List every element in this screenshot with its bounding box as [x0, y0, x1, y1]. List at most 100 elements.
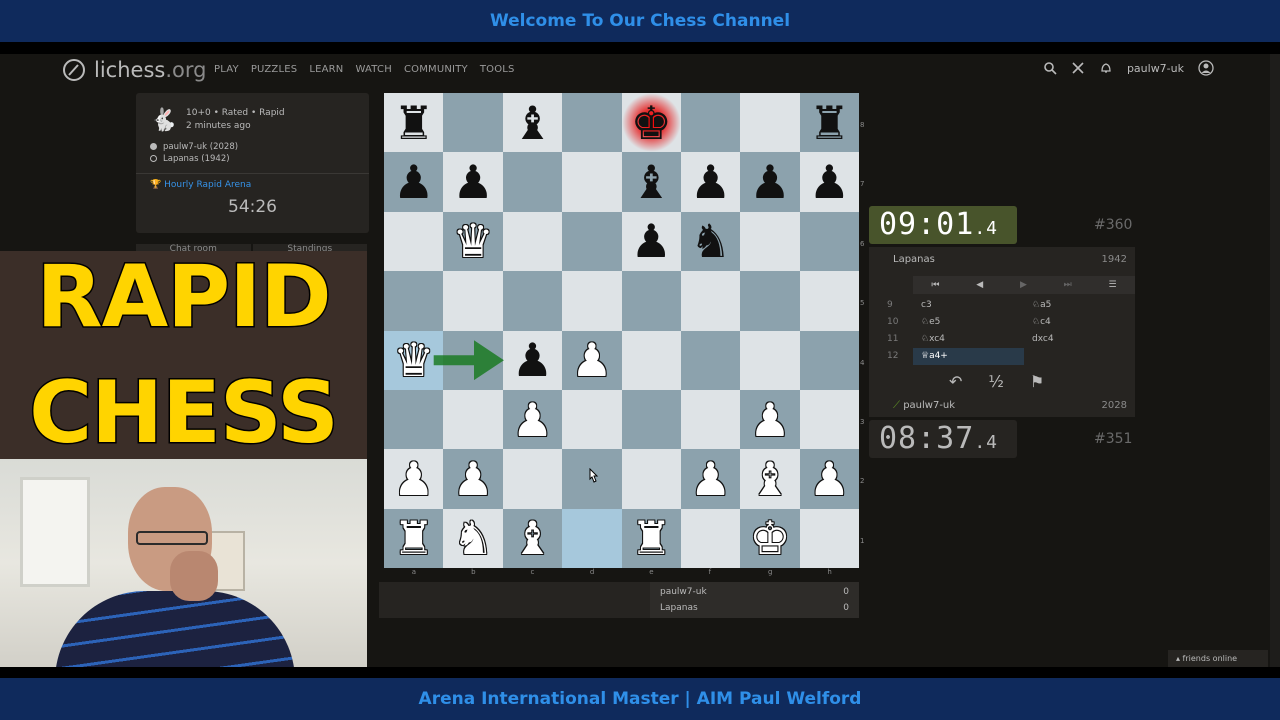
square-b2[interactable]: ♟: [443, 449, 503, 509]
square-f3[interactable]: [680, 389, 741, 450]
square-h5[interactable]: [799, 271, 859, 331]
square-f4[interactable]: [680, 330, 741, 390]
square-e6[interactable]: ♟: [621, 211, 681, 272]
black-move[interactable]: ♘a5: [1024, 297, 1135, 314]
nav-tools[interactable]: TOOLS: [480, 64, 515, 75]
square-e3[interactable]: [621, 389, 681, 450]
white-king-icon[interactable]: ♚: [749, 515, 790, 561]
white-move[interactable]: ♘e5: [913, 314, 1024, 331]
square-f8[interactable]: [680, 93, 741, 153]
user-avatar-icon[interactable]: [1198, 60, 1214, 76]
player-name[interactable]: ⟋ paulw7-uk: [893, 394, 955, 418]
square-h3[interactable]: [799, 389, 859, 450]
nav-play[interactable]: PLAY: [214, 64, 239, 75]
square-c2[interactable]: [502, 449, 563, 509]
square-g4[interactable]: [740, 330, 800, 390]
square-g1[interactable]: ♚: [740, 508, 800, 568]
square-h4[interactable]: [799, 330, 859, 390]
white-pawn-icon[interactable]: ♟: [749, 397, 790, 443]
site-logo[interactable]: lichess .org: [62, 57, 206, 83]
square-a7[interactable]: ♟: [384, 152, 444, 212]
square-b8[interactable]: [443, 93, 503, 153]
prev-move-icon[interactable]: ◀: [976, 280, 983, 290]
arena-link[interactable]: 🏆 Hourly Rapid Arena: [150, 180, 251, 190]
white-queen-icon[interactable]: ♛: [452, 218, 493, 264]
square-f2[interactable]: ♟: [680, 449, 741, 509]
friends-online-button[interactable]: ▴ friends online: [1168, 650, 1268, 667]
square-f7[interactable]: ♟: [680, 152, 741, 212]
black-move[interactable]: dxc4: [1024, 331, 1135, 348]
square-h2[interactable]: ♟: [799, 449, 859, 509]
square-e5[interactable]: [621, 271, 681, 331]
square-d1[interactable]: [562, 508, 622, 568]
page-scrollbar[interactable]: [1270, 54, 1280, 667]
square-b6[interactable]: ♛: [443, 211, 503, 272]
square-a1[interactable]: ♜: [384, 508, 444, 568]
square-d7[interactable]: [562, 152, 622, 212]
square-b1[interactable]: ♞: [443, 508, 503, 568]
square-a6[interactable]: [384, 211, 444, 272]
square-e1[interactable]: ♜: [621, 508, 681, 568]
black-move[interactable]: [1024, 348, 1135, 365]
square-b4[interactable]: [443, 330, 503, 390]
chessboard[interactable]: ♜ ♝ ♚ ♜ ♟ ♟ ♝ ♟ ♟ ♟ ♛ ♟ ♞ ♛ ♟ ♟ ♟ ♟ ♟ ♟ ♟ ♝ ♟ ♜ ♞ ♝ ♜ ♚: [384, 93, 859, 568]
white-pawn-icon[interactable]: ♟: [571, 337, 612, 383]
resign-button[interactable]: ⚑: [1030, 372, 1044, 391]
black-king-icon[interactable]: ♚: [631, 100, 672, 146]
nav-learn[interactable]: LEARN: [309, 64, 343, 75]
square-g5[interactable]: [740, 271, 800, 331]
square-a2[interactable]: ♟: [384, 449, 444, 509]
swords-icon[interactable]: [1071, 61, 1085, 75]
square-f6[interactable]: ♞: [680, 211, 741, 272]
white-pawn-icon[interactable]: ♟: [452, 456, 493, 502]
square-d6[interactable]: [562, 211, 622, 272]
username-link[interactable]: paulw7-uk: [1127, 62, 1184, 75]
square-h1[interactable]: [799, 508, 859, 568]
black-pawn-icon[interactable]: ♟: [749, 159, 790, 205]
white-rook-icon[interactable]: ♜: [393, 515, 434, 561]
square-e8[interactable]: ♚: [621, 93, 682, 153]
square-d3[interactable]: [562, 389, 622, 450]
square-c7[interactable]: [502, 152, 563, 212]
black-pawn-icon[interactable]: ♟: [452, 159, 493, 205]
square-g7[interactable]: ♟: [740, 152, 800, 212]
crosstable-player[interactable]: Lapanas: [660, 600, 698, 616]
white-move[interactable]: c3: [913, 297, 1024, 314]
square-c6[interactable]: [502, 211, 563, 272]
white-bishop-icon[interactable]: ♝: [749, 456, 790, 502]
square-c4[interactable]: ♟: [502, 330, 563, 390]
white-knight-icon[interactable]: ♞: [452, 515, 493, 561]
search-icon[interactable]: [1043, 61, 1057, 75]
nav-puzzles[interactable]: PUZZLES: [251, 64, 298, 75]
square-f5[interactable]: [680, 271, 741, 331]
square-c8[interactable]: ♝: [502, 93, 563, 153]
square-c3[interactable]: ♟: [502, 389, 563, 450]
square-h8[interactable]: ♜: [799, 93, 859, 153]
square-e7[interactable]: ♝: [621, 152, 681, 212]
next-move-icon[interactable]: ▶: [1020, 280, 1027, 290]
white-move[interactable]: ♕a4+: [913, 348, 1024, 365]
square-a5[interactable]: [384, 271, 444, 331]
black-pawn-icon[interactable]: ♟: [690, 159, 731, 205]
black-rook-icon[interactable]: ♜: [809, 100, 850, 146]
white-rook-icon[interactable]: ♜: [631, 515, 672, 561]
black-bishop-icon[interactable]: ♝: [512, 100, 553, 146]
square-a3[interactable]: [384, 389, 444, 450]
square-h7[interactable]: ♟: [799, 152, 859, 212]
square-a8[interactable]: ♜: [384, 93, 444, 153]
square-g8[interactable]: [740, 93, 800, 153]
black-move[interactable]: ♘c4: [1024, 314, 1135, 331]
white-pawn-icon[interactable]: ♟: [690, 456, 731, 502]
square-c1[interactable]: ♝: [502, 508, 563, 568]
crosstable-player[interactable]: paulw7-uk: [660, 584, 707, 600]
white-queen-icon[interactable]: ♛: [393, 337, 434, 383]
bell-icon[interactable]: [1099, 61, 1113, 75]
black-bishop-icon[interactable]: ♝: [631, 159, 672, 205]
last-move-icon[interactable]: ⏭: [1064, 280, 1072, 290]
square-b3[interactable]: [443, 389, 503, 450]
menu-icon[interactable]: ☰: [1109, 280, 1117, 290]
white-bishop-icon[interactable]: ♝: [512, 515, 553, 561]
nav-community[interactable]: COMMUNITY: [404, 64, 468, 75]
square-e2[interactable]: [621, 449, 681, 509]
white-pawn-icon[interactable]: ♟: [393, 456, 434, 502]
